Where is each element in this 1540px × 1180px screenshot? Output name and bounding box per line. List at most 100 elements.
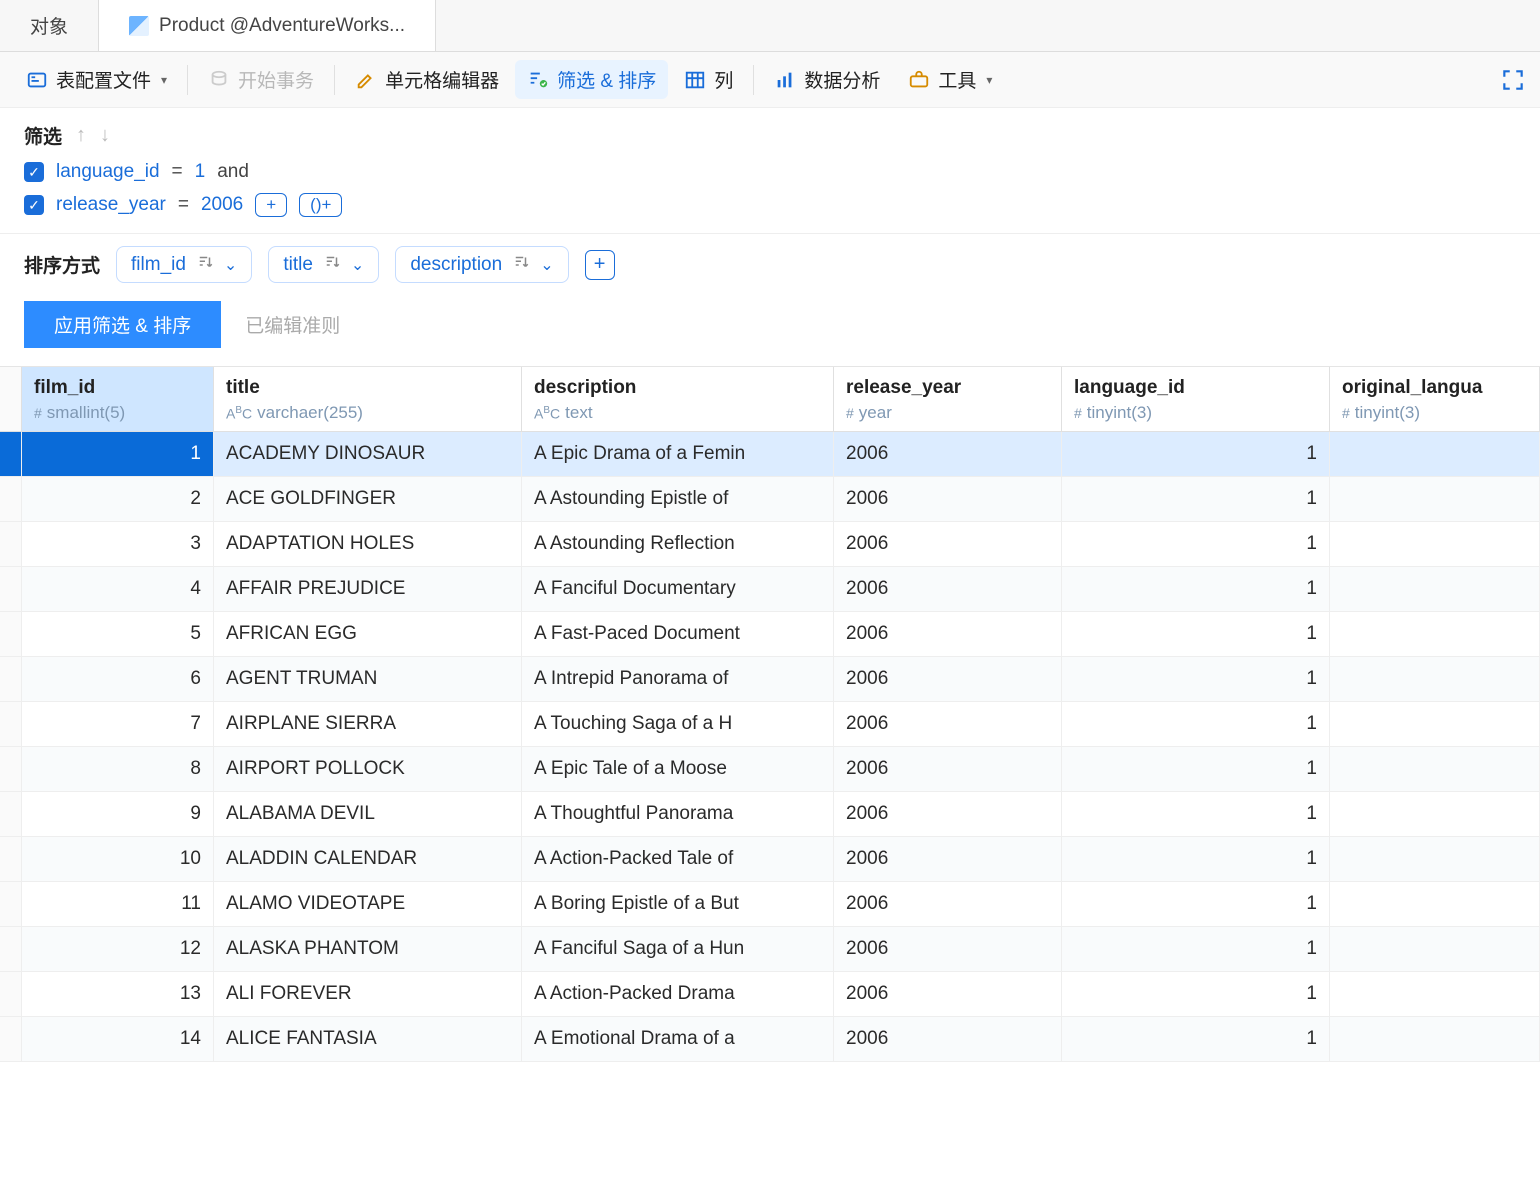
cell-language-id[interactable]: 1	[1062, 522, 1330, 566]
cell-original-language[interactable]	[1330, 432, 1540, 476]
cell-film-id[interactable]: 9	[22, 792, 214, 836]
filter-value[interactable]: 2006	[201, 194, 243, 216]
cell-title[interactable]: AIRPLANE SIERRA	[214, 702, 522, 746]
arrow-down-icon[interactable]: ↓	[100, 124, 110, 147]
row-gutter[interactable]	[0, 882, 22, 926]
cell-title[interactable]: ACADEMY DINOSAUR	[214, 432, 522, 476]
cell-language-id[interactable]: 1	[1062, 792, 1330, 836]
columns-button[interactable]: 列	[672, 60, 745, 99]
cell-original-language[interactable]	[1330, 882, 1540, 926]
cell-original-language[interactable]	[1330, 657, 1540, 701]
cell-film-id[interactable]: 14	[22, 1017, 214, 1061]
cell-original-language[interactable]	[1330, 747, 1540, 791]
table-row[interactable]: 14 ALICE FANTASIA A Emotional Drama of a…	[0, 1017, 1540, 1062]
cell-film-id[interactable]: 10	[22, 837, 214, 881]
row-gutter[interactable]	[0, 792, 22, 836]
row-gutter[interactable]	[0, 972, 22, 1016]
cell-release-year[interactable]: 2006	[834, 702, 1062, 746]
cell-release-year[interactable]: 2006	[834, 612, 1062, 656]
cell-original-language[interactable]	[1330, 702, 1540, 746]
cell-original-language[interactable]	[1330, 567, 1540, 611]
row-gutter[interactable]	[0, 567, 22, 611]
cell-description[interactable]: A Action-Packed Drama	[522, 972, 834, 1016]
cell-title[interactable]: ALICE FANTASIA	[214, 1017, 522, 1061]
column-header[interactable]: language_id # tinyint(3)	[1062, 367, 1330, 431]
profile-button[interactable]: 表配置文件 ▾	[14, 60, 179, 99]
table-row[interactable]: 4 AFFAIR PREJUDICE A Fanciful Documentar…	[0, 567, 1540, 612]
cell-title[interactable]: ALADDIN CALENDAR	[214, 837, 522, 881]
add-sort-button[interactable]: +	[585, 250, 615, 280]
cell-description[interactable]: A Fanciful Saga of a Hun	[522, 927, 834, 971]
cell-film-id[interactable]: 11	[22, 882, 214, 926]
row-gutter[interactable]	[0, 747, 22, 791]
cell-language-id[interactable]: 1	[1062, 612, 1330, 656]
table-row[interactable]: 10 ALADDIN CALENDAR A Action-Packed Tale…	[0, 837, 1540, 882]
cell-description[interactable]: A Emotional Drama of a	[522, 1017, 834, 1061]
sort-chip[interactable]: film_id ⌄	[116, 246, 252, 283]
cell-language-id[interactable]: 1	[1062, 972, 1330, 1016]
cell-title[interactable]: ALABAMA DEVIL	[214, 792, 522, 836]
cell-release-year[interactable]: 2006	[834, 927, 1062, 971]
table-row[interactable]: 7 AIRPLANE SIERRA A Touching Saga of a H…	[0, 702, 1540, 747]
filter-column[interactable]: release_year	[56, 194, 166, 216]
column-header[interactable]: description ABC text	[522, 367, 834, 431]
cell-original-language[interactable]	[1330, 792, 1540, 836]
table-row[interactable]: 2 ACE GOLDFINGER A Astounding Epistle of…	[0, 477, 1540, 522]
cell-film-id[interactable]: 1	[22, 432, 214, 476]
table-row[interactable]: 13 ALI FOREVER A Action-Packed Drama 200…	[0, 972, 1540, 1017]
table-row[interactable]: 8 AIRPORT POLLOCK A Epic Tale of a Moose…	[0, 747, 1540, 792]
cell-film-id[interactable]: 6	[22, 657, 214, 701]
cell-film-id[interactable]: 7	[22, 702, 214, 746]
cell-title[interactable]: AIRPORT POLLOCK	[214, 747, 522, 791]
row-gutter[interactable]	[0, 477, 22, 521]
sort-chip[interactable]: title ⌄	[268, 246, 379, 283]
cell-description[interactable]: A Touching Saga of a H	[522, 702, 834, 746]
tab-objects[interactable]: 对象	[0, 0, 99, 51]
cell-title[interactable]: AGENT TRUMAN	[214, 657, 522, 701]
filter-operator[interactable]: =	[172, 161, 183, 183]
cell-release-year[interactable]: 2006	[834, 837, 1062, 881]
cell-original-language[interactable]	[1330, 837, 1540, 881]
cell-film-id[interactable]: 2	[22, 477, 214, 521]
checkbox-icon[interactable]: ✓	[24, 195, 44, 215]
cell-release-year[interactable]: 2006	[834, 657, 1062, 701]
cell-language-id[interactable]: 1	[1062, 1017, 1330, 1061]
arrow-up-icon[interactable]: ↑	[76, 124, 86, 147]
tab-product[interactable]: Product @AdventureWorks...	[99, 0, 436, 51]
table-row[interactable]: 1 ACADEMY DINOSAUR A Epic Drama of a Fem…	[0, 432, 1540, 477]
cell-language-id[interactable]: 1	[1062, 432, 1330, 476]
cell-release-year[interactable]: 2006	[834, 477, 1062, 521]
cell-release-year[interactable]: 2006	[834, 567, 1062, 611]
column-header[interactable]: film_id # smallint(5)	[22, 367, 214, 431]
row-gutter[interactable]	[0, 432, 22, 476]
begin-transaction-button[interactable]: 开始事务	[196, 60, 326, 99]
add-expr-button[interactable]: ()+	[299, 193, 342, 217]
cell-film-id[interactable]: 12	[22, 927, 214, 971]
filter-sort-button[interactable]: 筛选 & 排序	[515, 60, 668, 99]
column-header[interactable]: title ABC varchaer(255)	[214, 367, 522, 431]
cell-film-id[interactable]: 4	[22, 567, 214, 611]
cell-title[interactable]: ACE GOLDFINGER	[214, 477, 522, 521]
fullscreen-button[interactable]	[1500, 67, 1526, 93]
cell-description[interactable]: A Epic Drama of a Femin	[522, 432, 834, 476]
filter-join[interactable]: and	[217, 161, 249, 183]
checkbox-icon[interactable]: ✓	[24, 162, 44, 182]
data-analysis-button[interactable]: 数据分析	[762, 60, 892, 99]
cell-description[interactable]: A Boring Epistle of a But	[522, 882, 834, 926]
cell-film-id[interactable]: 13	[22, 972, 214, 1016]
cell-title[interactable]: ADAPTATION HOLES	[214, 522, 522, 566]
sort-chip[interactable]: description ⌄	[395, 246, 568, 283]
cell-original-language[interactable]	[1330, 522, 1540, 566]
cell-release-year[interactable]: 2006	[834, 972, 1062, 1016]
add-filter-button[interactable]: +	[255, 193, 287, 217]
row-gutter[interactable]	[0, 927, 22, 971]
table-row[interactable]: 3 ADAPTATION HOLES A Astounding Reflecti…	[0, 522, 1540, 567]
cell-editor-button[interactable]: 单元格编辑器	[343, 60, 511, 99]
table-row[interactable]: 9 ALABAMA DEVIL A Thoughtful Panorama 20…	[0, 792, 1540, 837]
cell-film-id[interactable]: 8	[22, 747, 214, 791]
cell-language-id[interactable]: 1	[1062, 567, 1330, 611]
cell-description[interactable]: A Thoughtful Panorama	[522, 792, 834, 836]
filter-column[interactable]: language_id	[56, 161, 160, 183]
table-row[interactable]: 5 AFRICAN EGG A Fast-Paced Document 2006…	[0, 612, 1540, 657]
row-gutter[interactable]	[0, 1017, 22, 1061]
